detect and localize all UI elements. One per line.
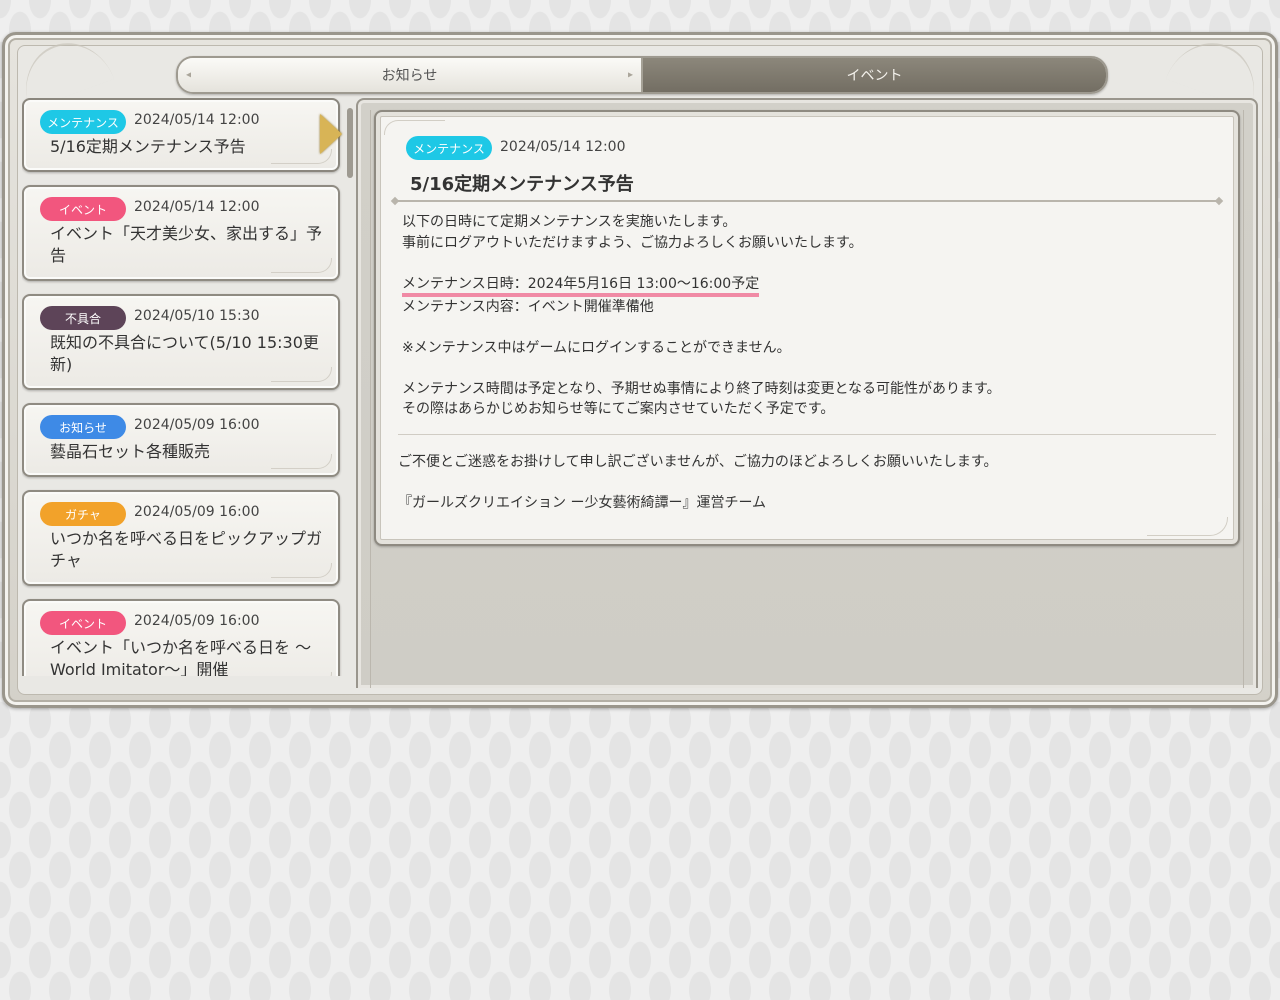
body-line: メンテナンス時間は予定となり、予期せぬ事情により終了時刻は変更となる可能性があり… <box>402 380 1001 397</box>
list-item[interactable]: 不具合 2024/05/10 15:30 既知の不具合について(5/10 15:… <box>22 294 340 390</box>
article-badge: メンテナンス <box>406 136 492 160</box>
category-badge: メンテナンス <box>40 110 126 134</box>
tab-notice[interactable]: ◂ お知らせ ▸ <box>178 58 641 92</box>
closing-divider <box>398 434 1216 435</box>
category-badge: イベント <box>40 197 126 221</box>
body-line: ※メンテナンス中はゲームにログインすることができません。 <box>402 339 791 356</box>
tab-event[interactable]: イベント <box>641 58 1106 92</box>
body-line: その際はあらかじめお知らせ等にてご案内させていただく予定です。 <box>402 401 835 417</box>
article-body: 以下の日時にて定期メンテナンスを実施いたします。 事前にログアウトいただけますよ… <box>402 212 1202 420</box>
list-item-title: イベント「いつか名を呼べる日を 〜World Imitator〜」開催 <box>50 638 312 676</box>
news-list: メンテナンス 2024/05/14 12:00 5/16定期メンテナンス予告 イ… <box>22 98 344 676</box>
category-badge: 不具合 <box>40 306 126 330</box>
list-scrollbar[interactable] <box>347 108 353 178</box>
arrow-left-icon: ◂ <box>186 69 192 81</box>
closing-line: ご不便とご迷惑をお掛けして申し訳ございませんが、ご協力のほどよろしくお願いいたし… <box>398 454 998 470</box>
body-line: 以下の日時にて定期メンテナンスを実施いたします。 <box>402 214 737 230</box>
category-badge: イベント <box>40 611 126 635</box>
category-badge: お知らせ <box>40 415 126 439</box>
category-tabs: ◂ お知らせ ▸ イベント <box>176 56 1108 94</box>
article-date: 2024/05/14 12:00 <box>500 139 626 155</box>
card-ornament <box>271 367 332 382</box>
list-item[interactable]: ガチャ 2024/05/09 16:00 いつか名を呼べる日をピックアップガチャ <box>22 490 340 586</box>
card-ornament <box>271 563 332 578</box>
list-item[interactable]: メンテナンス 2024/05/14 12:00 5/16定期メンテナンス予告 <box>22 98 340 172</box>
list-item-date: 2024/05/14 12:00 <box>134 199 260 215</box>
body-line: 事前にログアウトいただけますよう、ご協力よろしくお願いいたします。 <box>402 234 863 251</box>
body-line-highlight: メンテナンス日時：2024年5月16日 13:00〜16:00予定 <box>402 274 1202 297</box>
article-title: 5/16定期メンテナンス予告 <box>410 174 634 195</box>
tab-notice-label: お知らせ <box>381 68 438 84</box>
list-item-date: 2024/05/09 16:00 <box>134 504 260 520</box>
list-item-date: 2024/05/10 15:30 <box>134 308 260 324</box>
card-ornament <box>271 454 332 469</box>
arrow-right-icon: ▸ <box>627 69 633 81</box>
card-ornament <box>271 672 332 676</box>
article-ornament-bottom <box>1147 517 1228 536</box>
category-badge: ガチャ <box>40 502 126 526</box>
selected-arrow-icon <box>320 114 342 154</box>
tab-event-label: イベント <box>846 68 903 84</box>
article-closing: ご不便とご迷惑をお掛けして申し訳ございませんが、ご協力のほどよろしくお願いいたし… <box>398 452 1218 514</box>
list-item-date: 2024/05/09 16:00 <box>134 417 260 433</box>
list-item[interactable]: お知らせ 2024/05/09 16:00 藝晶石セット各種販売 <box>22 403 340 477</box>
title-divider <box>392 200 1222 202</box>
signature-line: 『ガールズクリエイション ー少女藝術綺譚ー』運営チーム <box>398 495 767 511</box>
card-ornament <box>271 258 332 273</box>
article-ornament-top <box>384 120 445 135</box>
article-card: メンテナンス 2024/05/14 12:00 5/16定期メンテナンス予告 以… <box>374 110 1240 546</box>
list-item[interactable]: イベント 2024/05/14 12:00 イベント「天才美少女、家出する」予告 <box>22 185 340 281</box>
list-item[interactable]: イベント 2024/05/09 16:00 イベント「いつか名を呼べる日を 〜W… <box>22 599 340 676</box>
list-item-date: 2024/05/09 16:00 <box>134 613 260 629</box>
body-line: メンテナンス内容：イベント開催準備他 <box>402 298 654 315</box>
list-item-date: 2024/05/14 12:00 <box>134 112 260 128</box>
maintenance-datetime: メンテナンス日時：2024年5月16日 13:00〜16:00予定 <box>402 276 760 297</box>
